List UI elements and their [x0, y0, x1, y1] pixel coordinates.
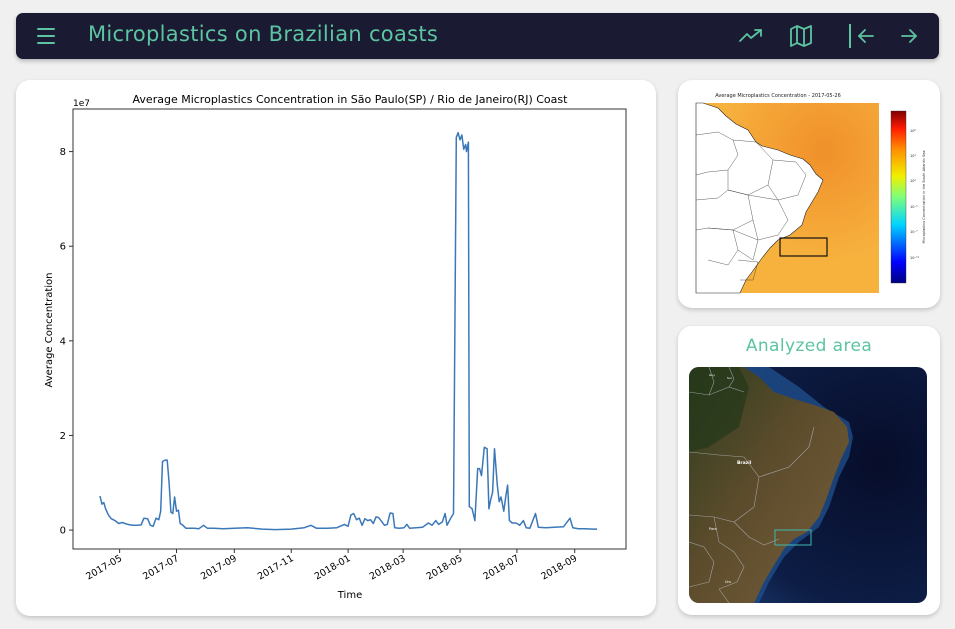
y-tick-label: 8 — [60, 147, 66, 158]
y-scale-label: 1e7 — [73, 99, 90, 109]
heatmap-card: Average Microplastics Concentration - 20… — [678, 80, 940, 308]
y-axis-label: Average Concentration — [44, 273, 55, 388]
map-label-guyana: Guy — [709, 373, 715, 377]
satellite-map[interactable]: Brazil Para Uru Guy Sur — [689, 367, 927, 603]
x-tick-label: 2017-05 — [84, 553, 124, 582]
colorbar-tick: 10⁻¹ — [910, 205, 918, 209]
x-tick-label: 2017-11 — [256, 553, 296, 582]
y-tick-label: 0 — [60, 526, 66, 537]
analyzed-area-title: Analyzed area — [745, 336, 873, 356]
x-tick-label: 2017-09 — [199, 553, 239, 582]
analyzed-area-card: Analyzed area Brazil Para Uru Guy Sur — [678, 326, 940, 615]
x-ticks: 2017-05 2017-07 2017-09 2017-11 2018-01 2018-… — [84, 549, 579, 582]
y-tick-label: 2 — [60, 431, 66, 442]
top-navbar: Microplastics on Brazilian coasts — [16, 13, 939, 59]
colorbar-label: Microplastics Concentration in the South… — [922, 150, 926, 243]
toolbar-divider — [849, 24, 851, 48]
map-label-brazil: Brazil — [737, 460, 752, 466]
line-chart: Average Microplastics Concentration in S… — [44, 93, 627, 601]
arrow-left-icon[interactable] — [853, 24, 879, 48]
colorbar-tick: 10⁻¹¹ — [910, 256, 920, 260]
map-label-suriname: Sur — [727, 376, 733, 380]
colorbar-tick: 10⁰ — [910, 129, 916, 133]
heatmap-figure: Average Microplastics Concentration - 20… — [695, 93, 926, 294]
arrow-right-icon[interactable] — [896, 24, 922, 48]
x-tick-label: 2018-09 — [539, 553, 579, 582]
colorbar-tick: 10¹ — [910, 154, 916, 158]
y-tick-label: 6 — [60, 242, 66, 253]
colorbar-tick: 10⁻⁷ — [910, 230, 918, 234]
series-line-average-concentration — [99, 131, 598, 531]
colorbar-tick: 10² — [910, 179, 916, 183]
map-label-paraguay: Para — [709, 527, 717, 531]
map-icon[interactable] — [788, 24, 814, 48]
colorbar — [890, 110, 907, 284]
x-tick-label: 2018-01 — [313, 553, 353, 582]
menu-icon[interactable] — [37, 28, 55, 44]
colorbar-ticks: 10⁰ 10¹ 10² 10⁻¹ 10⁻⁷ 10⁻¹¹ — [910, 129, 920, 260]
x-tick-label: 2018-05 — [425, 553, 465, 582]
heatmap-title: Average Microplastics Concentration - 20… — [715, 93, 841, 99]
chart-card: Average Microplastics Concentration in S… — [16, 80, 656, 616]
x-tick-label: 2018-03 — [368, 553, 408, 582]
trending-up-icon[interactable] — [738, 24, 764, 48]
y-tick-label: 4 — [60, 336, 66, 347]
x-tick-label: 2018-07 — [482, 553, 522, 582]
plot-frame — [72, 108, 627, 550]
x-tick-label: 2017-07 — [141, 553, 181, 582]
x-axis-label: Time — [337, 590, 362, 601]
map-label-uruguay: Uru — [725, 580, 731, 584]
chart-title: Average Microplastics Concentration in S… — [133, 93, 569, 106]
app-title: Microplastics on Brazilian coasts — [88, 22, 439, 46]
y-ticks: 0 2 4 6 8 — [60, 147, 73, 537]
